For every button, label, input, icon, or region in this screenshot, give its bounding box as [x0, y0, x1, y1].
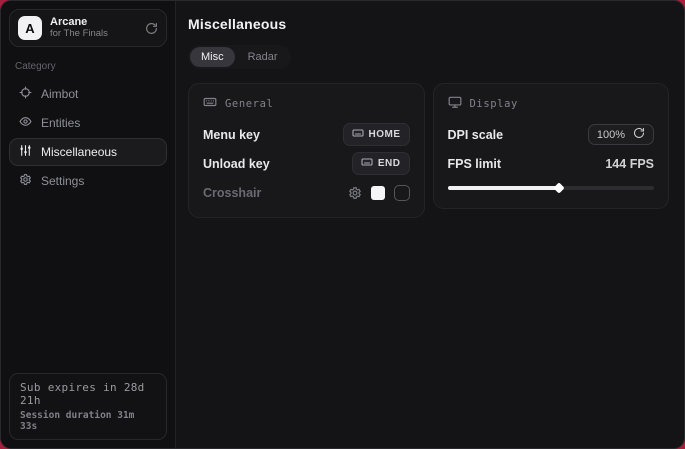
keyboard-icon: [352, 127, 364, 142]
sidebar-item-entities[interactable]: Entities: [9, 109, 167, 137]
display-card-title: Display: [470, 98, 518, 110]
page-title: Miscellaneous: [188, 16, 669, 32]
unload-key-bind-button[interactable]: END: [352, 152, 410, 175]
unload-key-label: Unload key: [203, 157, 270, 171]
keyboard-icon: [203, 95, 217, 112]
crosshair-settings-gear-icon[interactable]: [348, 186, 362, 200]
sidebar-spacer: [9, 195, 167, 373]
general-card-header: General: [203, 95, 410, 112]
tab-misc[interactable]: Misc: [190, 47, 235, 67]
fps-slider-fill: [448, 186, 560, 190]
fps-limit-row: FPS limit 144 FPS: [448, 152, 655, 175]
sliders-icon: [19, 144, 32, 160]
fps-limit-value: 144 FPS: [605, 157, 654, 171]
app-logo: A: [18, 16, 42, 40]
crosshair-controls: [348, 185, 410, 201]
tab-radar[interactable]: Radar: [237, 47, 289, 67]
fps-limit-slider[interactable]: [448, 181, 655, 195]
sidebar: A Arcane for The Finals Category Aimbot: [1, 1, 176, 448]
session-duration-text: Session duration 31m 33s: [20, 410, 156, 432]
fps-limit-label: FPS limit: [448, 157, 501, 171]
monitor-icon: [448, 95, 462, 112]
dpi-scale-label: DPI scale: [448, 128, 504, 142]
menu-key-label: Menu key: [203, 128, 260, 142]
menu-key-bind-button[interactable]: HOME: [343, 123, 410, 146]
crosshair-enable-checkbox[interactable]: [394, 185, 410, 201]
menu-key-value: HOME: [369, 129, 401, 140]
unload-key-value: END: [378, 158, 401, 169]
sidebar-item-label: Miscellaneous: [41, 145, 117, 159]
sidebar-item-miscellaneous[interactable]: Miscellaneous: [9, 138, 167, 166]
crosshair-icon: [19, 86, 32, 102]
general-card-title: General: [225, 98, 273, 110]
crosshair-row: Crosshair: [203, 181, 410, 204]
sidebar-item-label: Aimbot: [41, 87, 78, 101]
subscription-info-box: Sub expires in 28d 21h Session duration …: [9, 373, 167, 440]
refresh-icon[interactable]: [145, 22, 158, 35]
app-window: A Arcane for The Finals Category Aimbot: [0, 0, 685, 449]
general-card: General Menu key HOME Unload key: [188, 83, 425, 218]
sidebar-item-settings[interactable]: Settings: [9, 167, 167, 195]
dpi-scale-button[interactable]: 100%: [588, 124, 654, 145]
crosshair-label: Crosshair: [203, 186, 261, 200]
menu-key-row: Menu key HOME: [203, 123, 410, 146]
main-content: Miscellaneous Misc Radar General Menu ke…: [176, 1, 684, 448]
sidebar-item-label: Settings: [41, 174, 84, 188]
unload-key-row: Unload key END: [203, 152, 410, 175]
gear-icon: [19, 173, 32, 189]
sidebar-nav: Aimbot Entities: [9, 80, 167, 195]
brand-text: Arcane for The Finals: [50, 16, 137, 40]
display-card-header: Display: [448, 95, 655, 112]
reset-icon: [633, 127, 645, 142]
dpi-scale-row: DPI scale 100%: [448, 123, 655, 146]
brand-card: A Arcane for The Finals: [9, 9, 167, 47]
sub-expires-text: Sub expires in 28d 21h: [20, 381, 156, 407]
eye-icon: [19, 115, 32, 131]
brand-title: Arcane: [50, 16, 137, 29]
fps-slider-thumb[interactable]: [553, 182, 564, 193]
sidebar-item-aimbot[interactable]: Aimbot: [9, 80, 167, 108]
category-label: Category: [15, 61, 161, 72]
display-card: Display DPI scale 100% FPS limit: [433, 83, 670, 209]
dpi-scale-value: 100%: [597, 129, 625, 141]
sidebar-item-label: Entities: [41, 116, 80, 130]
crosshair-color-swatch[interactable]: [371, 186, 385, 200]
brand-subtitle: for The Finals: [50, 29, 137, 40]
keyboard-icon: [361, 156, 373, 171]
tab-bar: Misc Radar: [188, 45, 291, 69]
cards-row: General Menu key HOME Unload key: [188, 83, 669, 218]
